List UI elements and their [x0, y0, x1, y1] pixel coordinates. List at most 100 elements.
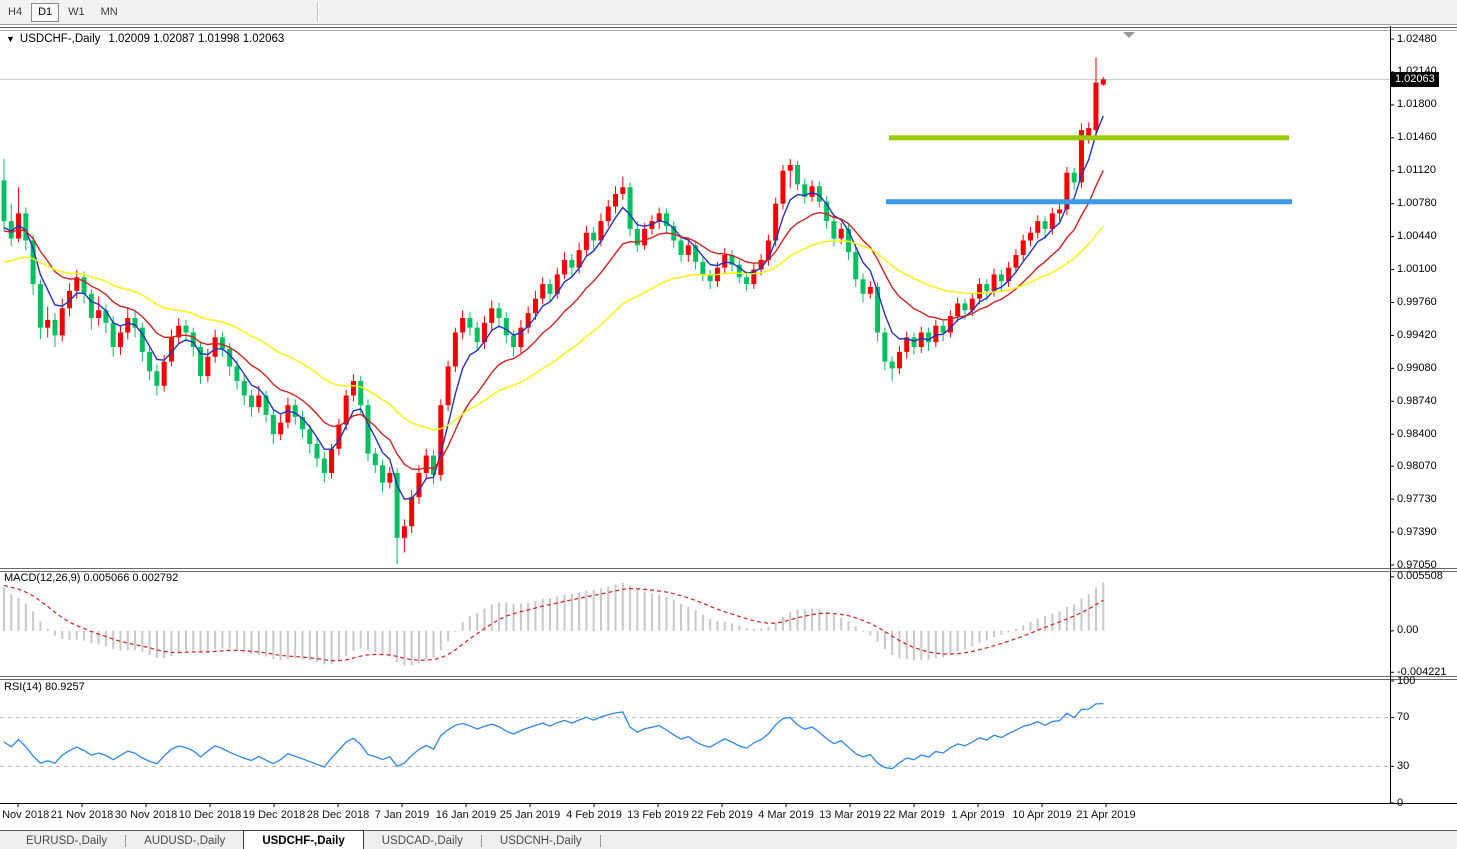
candle-body — [839, 229, 844, 239]
candle-body — [890, 362, 895, 369]
macd-histogram-bar — [425, 631, 427, 659]
macd-histogram-bar — [90, 631, 92, 643]
support-line[interactable] — [886, 199, 1292, 204]
chart-tab-usdchf[interactable]: USDCHF-,Daily — [243, 830, 363, 849]
macd-histogram-bar — [1008, 631, 1010, 632]
macd-histogram-bar — [54, 631, 56, 636]
macd-histogram-bar — [891, 631, 893, 655]
candle-body — [897, 352, 902, 368]
candle-body — [628, 187, 633, 229]
macd-histogram-bar — [25, 603, 27, 631]
candle-body — [387, 473, 392, 483]
candle-body — [642, 229, 647, 245]
candle-body — [548, 284, 553, 294]
macd-histogram-bar — [483, 609, 485, 631]
macd-histogram-bar — [600, 588, 602, 630]
macd-histogram-bar — [789, 612, 791, 631]
macd-histogram-bar — [403, 631, 405, 666]
macd-histogram-bar — [949, 631, 951, 655]
chart-tab-usdcnh[interactable]: USDCNH-,Daily — [482, 831, 600, 849]
candle-body — [984, 284, 989, 291]
price-tick-label: 1.01800 — [1397, 98, 1437, 110]
chart-shift-marker[interactable] — [1123, 32, 1135, 38]
date-tick-label: 10 Apr 2019 — [1012, 809, 1071, 821]
price-tick-label: 1.00440 — [1397, 230, 1437, 242]
macd-histogram-bar — [360, 631, 362, 649]
macd-histogram-bar — [731, 623, 733, 631]
candle-body — [1094, 83, 1099, 130]
price-tick-label: 0.97390 — [1397, 526, 1437, 538]
macd-histogram-bar — [840, 617, 842, 630]
macd-histogram-bar — [1037, 618, 1039, 631]
date-tick-label: 30 Nov 2018 — [115, 809, 177, 821]
macd-histogram-bar — [331, 631, 333, 664]
chart-tab-audusd[interactable]: AUDUSD-,Daily — [126, 831, 243, 849]
chart-header: ▼USDCHF-,Daily1.02009 1.02087 1.01998 1.… — [6, 33, 284, 45]
date-tick-label: 16 Jan 2019 — [436, 809, 497, 821]
date-tick-label: 21 Nov 2018 — [51, 809, 113, 821]
chart-tab-usdcad[interactable]: USDCAD-,Daily — [364, 831, 481, 849]
candle-body — [162, 362, 167, 386]
ma-slow-yellow — [4, 226, 1103, 430]
macd-histogram-bar — [47, 629, 49, 631]
candle-body — [147, 352, 152, 371]
price-tick-label: 1.01460 — [1397, 131, 1437, 143]
ma-mid-red — [4, 171, 1103, 470]
macd-histogram-bar — [192, 631, 194, 651]
macd-histogram-bar — [782, 617, 784, 631]
date-tick-label: 21 Apr 2019 — [1076, 809, 1135, 821]
macd-histogram-bar — [272, 631, 274, 659]
candle-body — [278, 423, 283, 435]
price-tick-label: 0.99420 — [1397, 329, 1437, 341]
candle-body — [744, 277, 749, 284]
macd-histogram-bar — [352, 631, 354, 651]
candle-body — [955, 303, 960, 316]
candle-body — [562, 260, 567, 275]
macd-histogram-bar — [214, 631, 216, 650]
price-tick-label: 0.97730 — [1397, 493, 1437, 505]
price-tick-label: 0.98740 — [1397, 395, 1437, 407]
macd-histogram-bar — [69, 631, 71, 640]
macd-histogram-bar — [1000, 631, 1002, 635]
macd-histogram-bar — [433, 631, 435, 658]
macd-histogram-bar — [39, 621, 41, 631]
macd-histogram-bar — [578, 593, 580, 631]
candle-body — [882, 333, 887, 362]
candle-body — [89, 294, 94, 318]
macd-histogram-bar — [309, 631, 311, 661]
resistance-line[interactable] — [889, 135, 1289, 140]
price-tick-label: 0.97050 — [1397, 559, 1437, 571]
candle-body — [795, 165, 800, 184]
macd-histogram-bar — [280, 631, 282, 660]
macd-histogram-bar — [294, 631, 296, 659]
macd-histogram-bar — [571, 594, 573, 631]
macd-label: MACD(12,26,9) 0.005066 0.002792 — [4, 572, 178, 584]
macd-histogram-bar — [476, 613, 478, 631]
candle-body — [511, 335, 516, 347]
candle-body — [788, 165, 793, 171]
macd-histogram-bar — [221, 631, 223, 649]
candle-body — [307, 429, 312, 444]
macd-histogram-bar — [229, 631, 231, 649]
symbol-title: USDCHF-,Daily — [20, 33, 101, 45]
price-tick-label: 1.01120 — [1397, 164, 1436, 176]
candle-body — [489, 308, 494, 323]
candle-body — [831, 221, 836, 238]
candle-body — [424, 456, 429, 473]
candle-body — [533, 299, 538, 314]
macd-histogram-bar — [367, 631, 369, 650]
macd-histogram-bar — [76, 631, 78, 640]
chart-canvas[interactable] — [0, 0, 1457, 849]
macd-histogram-bar — [105, 631, 107, 646]
candle-body — [977, 284, 982, 299]
macd-histogram-bar — [665, 597, 667, 631]
macd-histogram-bar — [746, 628, 748, 631]
candle-body — [584, 233, 589, 250]
title-dropdown-icon[interactable]: ▼ — [6, 34, 15, 44]
macd-histogram-bar — [920, 631, 922, 660]
candle-body — [409, 497, 414, 526]
macd-histogram-bar — [636, 590, 638, 631]
candle-body — [722, 255, 727, 268]
chart-tab-eurusd[interactable]: EURUSD-,Daily — [8, 831, 125, 849]
candle-body — [96, 310, 101, 318]
